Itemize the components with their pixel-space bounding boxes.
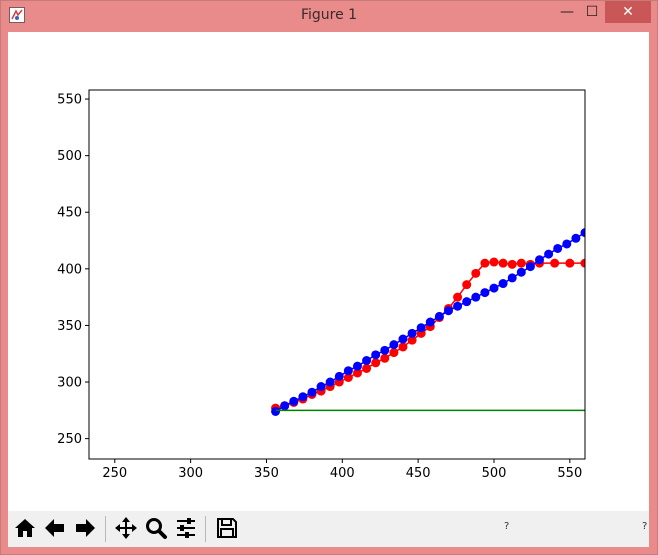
series-1-point	[380, 345, 390, 355]
series-1-point	[271, 406, 281, 416]
back-button[interactable]	[41, 514, 69, 542]
series-1-point	[480, 288, 490, 298]
series-0-point	[516, 258, 526, 268]
title-bar[interactable]: Figure 1 — ☐ ✕	[1, 1, 657, 31]
series-0-point	[489, 257, 499, 267]
y-tick-label: 400	[57, 262, 82, 277]
close-button[interactable]: ✕	[605, 1, 651, 23]
magnifier-icon	[146, 518, 167, 539]
series-0-point	[398, 342, 408, 352]
series-0-point	[362, 363, 372, 373]
series-1-point	[334, 371, 344, 381]
save-button[interactable]	[213, 514, 241, 542]
series-1-point	[371, 350, 381, 360]
series-0-point	[462, 280, 472, 290]
series-0-point	[480, 258, 490, 268]
home-button[interactable]	[11, 514, 39, 542]
series-1-point	[434, 311, 444, 321]
series-1-point	[298, 392, 308, 402]
series-1-point	[289, 396, 299, 406]
y-tick-label: 300	[57, 376, 82, 391]
series-0-point	[471, 268, 481, 278]
status-text-right: ?	[642, 521, 648, 532]
series-1-point	[316, 382, 326, 392]
series-0-point	[380, 353, 390, 363]
pan-button[interactable]	[112, 514, 140, 542]
series-1-point	[562, 239, 572, 249]
x-tick-label: 250	[102, 466, 127, 481]
series-0-point	[498, 258, 508, 268]
figure-canvas[interactable]: 250 300 350 400 450 500 550 250 300 350 400 450 500…	[8, 32, 649, 511]
sliders-icon	[177, 518, 195, 538]
x-tick-label: 300	[178, 466, 203, 481]
series-1-point	[498, 279, 508, 289]
y-tick-label: 550	[57, 93, 82, 108]
series-0-point	[565, 258, 575, 268]
series-1-point	[389, 340, 399, 350]
toolbar-separator	[205, 516, 206, 542]
series-1-point	[307, 387, 317, 397]
x-tick-label: 450	[406, 466, 431, 481]
series-1-point	[398, 334, 408, 344]
series-1-point	[443, 306, 453, 316]
x-tick-label: 350	[254, 466, 279, 481]
x-tick-label: 500	[482, 466, 507, 481]
forward-button[interactable]	[71, 514, 99, 542]
series-1-point	[525, 262, 535, 272]
series-1-point	[489, 283, 499, 293]
series-0-point	[453, 292, 463, 302]
series-0-point	[371, 358, 381, 368]
configure-subplots-button[interactable]	[172, 514, 200, 542]
y-axis: 250 300 350 400 450 500 550	[57, 93, 89, 447]
x-axis: 250 300 350 400 450 500 550	[102, 459, 582, 481]
figure-client-area: 250 300 350 400 450 500 550 250 300 350 400 450 500…	[8, 32, 649, 547]
series-1-point	[471, 292, 481, 302]
minimize-button[interactable]: —	[555, 1, 579, 23]
series-0-point	[550, 258, 560, 268]
figure-window: Figure 1 — ☐ ✕ 250 300 350 400 450 500 550 250…	[0, 0, 658, 555]
y-tick-label: 250	[57, 432, 82, 447]
series-1-point	[516, 267, 526, 277]
series-1-point	[534, 255, 544, 265]
series-1-point	[343, 366, 353, 376]
series-1-point	[407, 328, 417, 338]
floppy-disk-icon	[217, 518, 237, 538]
x-tick-label: 400	[330, 466, 355, 481]
series-1-point	[462, 297, 472, 307]
series-1-point	[362, 356, 372, 366]
toolbar-separator	[105, 516, 106, 542]
home-icon	[15, 519, 35, 537]
move-icon	[115, 517, 137, 539]
y-tick-label: 500	[57, 149, 82, 164]
series-0-point	[507, 259, 517, 269]
series-1-point	[571, 233, 581, 243]
arrow-right-icon	[76, 519, 95, 537]
series-1-point	[453, 301, 463, 311]
maximize-button[interactable]: ☐	[579, 1, 605, 23]
series-1-point	[507, 273, 517, 283]
x-tick-label: 550	[557, 466, 582, 481]
series-1-point	[416, 323, 426, 333]
series-1-point	[352, 361, 362, 371]
series-1-point	[325, 377, 335, 387]
status-text-left: ?	[504, 521, 510, 532]
arrow-left-icon	[45, 519, 64, 537]
series-0-point	[389, 348, 399, 358]
series-1-point	[280, 401, 290, 411]
series-1-point	[425, 317, 435, 327]
zoom-button[interactable]	[142, 514, 170, 542]
series-1-point	[553, 243, 563, 253]
series-1-point	[544, 249, 554, 259]
navigation-toolbar: ? ?	[8, 511, 649, 547]
y-tick-label: 450	[57, 206, 82, 221]
y-tick-label: 350	[57, 319, 82, 334]
